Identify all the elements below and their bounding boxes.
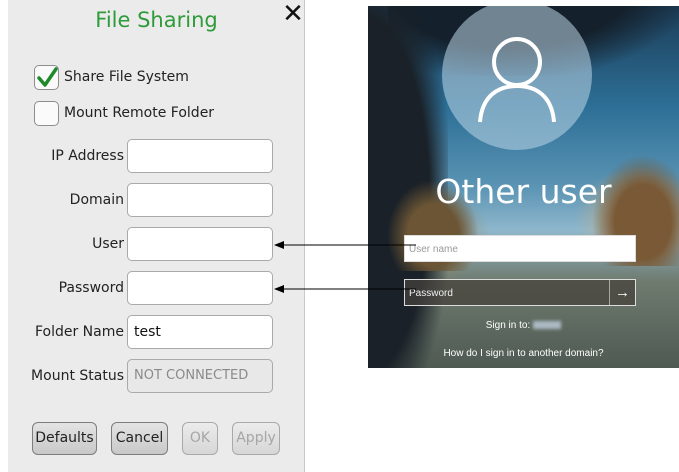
mount-status-label: Mount Status xyxy=(31,368,124,384)
windows-login-screen: Other user User name Password → Sign in … xyxy=(368,6,679,368)
folder-name-input[interactable]: test xyxy=(127,315,273,349)
mount-status-field: NOT CONNECTED xyxy=(127,359,273,393)
defaults-button[interactable]: Defaults xyxy=(32,422,97,455)
password-input[interactable] xyxy=(127,271,273,305)
user-silhouette-icon xyxy=(442,6,592,150)
redacted-domain xyxy=(533,321,562,330)
ip-address-label: IP Address xyxy=(51,148,124,164)
domain-label: Domain xyxy=(69,192,124,208)
other-domain-link[interactable]: How do I sign in to another domain? xyxy=(368,348,679,359)
close-icon[interactable]: ✕ xyxy=(278,1,308,28)
file-sharing-dialog: File Sharing ✕ Share File System Mount R… xyxy=(8,0,305,472)
sign-in-to-label: Sign in to: xyxy=(485,320,531,331)
sign-in-to-line: Sign in to: xyxy=(368,320,679,331)
mount-remote-folder-label: Mount Remote Folder xyxy=(64,105,215,121)
domain-input[interactable] xyxy=(127,183,273,217)
share-file-system-row[interactable]: Share File System xyxy=(34,64,189,90)
mount-remote-folder-row[interactable]: Mount Remote Folder xyxy=(34,100,214,126)
mount-remote-folder-checkbox[interactable] xyxy=(34,100,59,126)
submit-arrow-icon[interactable]: → xyxy=(609,280,635,305)
password-placeholder: Password xyxy=(409,288,453,299)
login-heading: Other user xyxy=(435,172,612,211)
share-file-system-checkbox[interactable] xyxy=(34,64,59,90)
password-field[interactable]: Password → xyxy=(404,279,636,306)
dialog-title: File Sharing xyxy=(95,8,218,32)
username-input[interactable]: User name xyxy=(404,235,636,262)
apply-button[interactable]: Apply xyxy=(232,422,280,455)
checkmark-icon xyxy=(37,66,58,87)
cancel-button[interactable]: Cancel xyxy=(111,422,168,455)
user-label: User xyxy=(92,236,124,252)
ip-address-input[interactable] xyxy=(127,139,273,173)
ok-button[interactable]: OK xyxy=(182,422,218,455)
share-file-system-label: Share File System xyxy=(64,69,189,85)
password-label: Password xyxy=(58,280,124,296)
folder-name-label: Folder Name xyxy=(34,324,124,340)
user-input[interactable] xyxy=(127,227,273,261)
